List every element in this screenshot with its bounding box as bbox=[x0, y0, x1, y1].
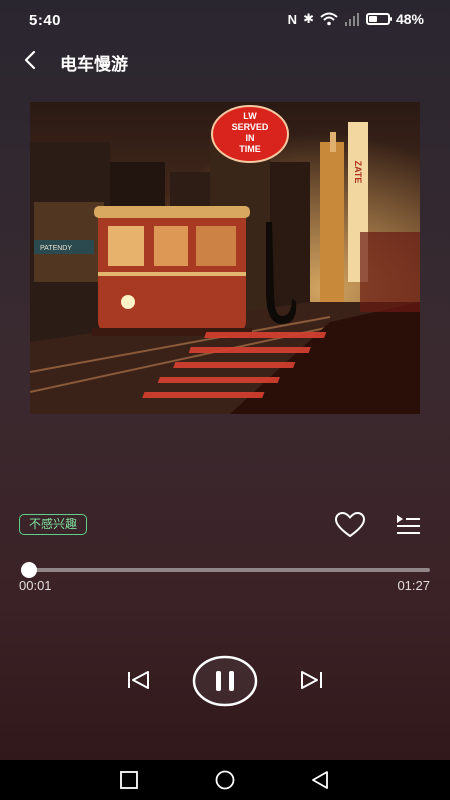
neon-sign-line-3: IN bbox=[246, 133, 255, 143]
storefront-text: PATENDY bbox=[40, 245, 72, 252]
album-cover: ZATE LW SERVED IN TIME PATENDY bbox=[30, 102, 420, 414]
progress-knob[interactable] bbox=[20, 562, 37, 578]
heart-icon bbox=[335, 512, 365, 537]
circle-icon bbox=[215, 770, 235, 790]
playlist-button[interactable] bbox=[394, 512, 422, 536]
current-time: 00:01 bbox=[19, 578, 52, 593]
bluetooth-icon: ✱ bbox=[303, 11, 314, 26]
pause-icon bbox=[192, 655, 258, 707]
progress-bar[interactable] bbox=[20, 562, 430, 578]
previous-button[interactable] bbox=[124, 668, 152, 692]
favorite-button[interactable] bbox=[334, 511, 366, 539]
neon-sign-line-4: TIME bbox=[239, 144, 261, 154]
wifi-icon bbox=[320, 12, 338, 26]
skip-next-icon bbox=[301, 671, 322, 689]
status-icons: N ✱ 48% bbox=[288, 11, 424, 27]
nav-back-button[interactable] bbox=[309, 770, 331, 790]
square-icon bbox=[120, 771, 138, 789]
triangle-back-icon bbox=[312, 771, 328, 789]
skip-previous-icon bbox=[128, 671, 149, 689]
neon-sign-line-2: SERVED bbox=[232, 122, 269, 132]
chevron-left-icon bbox=[24, 50, 36, 70]
battery-level bbox=[368, 16, 377, 22]
header: 电车慢游 bbox=[0, 42, 450, 78]
back-button[interactable] bbox=[16, 46, 44, 74]
system-nav-bar bbox=[0, 760, 450, 800]
not-interested-button[interactable]: 不感兴趣 bbox=[19, 514, 88, 535]
battery-icon bbox=[365, 13, 392, 25]
home-button[interactable] bbox=[214, 770, 236, 790]
pause-button[interactable] bbox=[192, 655, 258, 707]
playlist-icon bbox=[397, 515, 420, 534]
cover-artwork: ZATE LW SERVED IN TIME PATENDY bbox=[30, 102, 420, 414]
status-time: 5:40 bbox=[29, 12, 62, 29]
page-title: 电车慢游 bbox=[60, 55, 128, 74]
recents-button[interactable] bbox=[118, 770, 140, 790]
signal-icon bbox=[344, 13, 359, 26]
battery-percent: 48% bbox=[395, 11, 424, 27]
nfc-icon: N bbox=[287, 11, 298, 27]
neon-sign-line-1: LW bbox=[243, 111, 257, 121]
total-time: 01:27 bbox=[397, 578, 430, 593]
status-bar: 5:40 N ✱ 48% bbox=[0, 0, 450, 42]
next-button[interactable] bbox=[298, 668, 326, 692]
tower-sign-text: ZATE bbox=[353, 161, 363, 184]
